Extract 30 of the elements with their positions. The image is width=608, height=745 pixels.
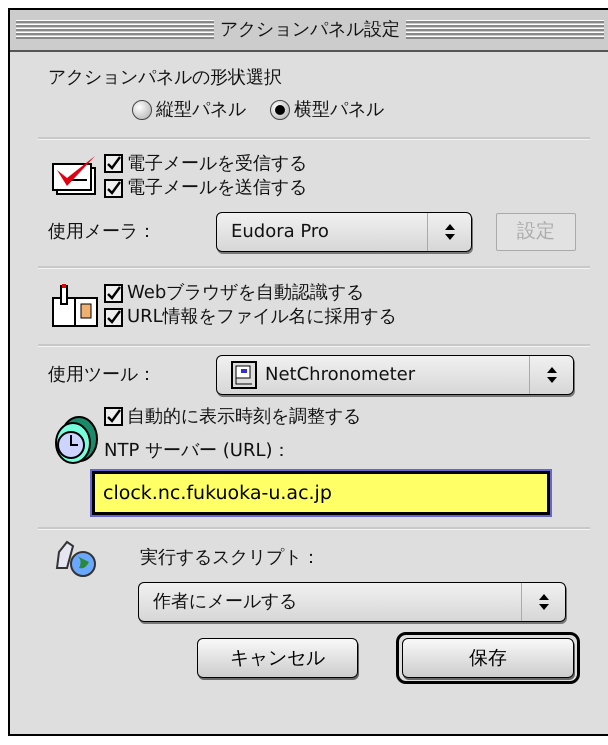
- ntp-server-label: NTP サーバー (URL)：: [104, 439, 292, 464]
- check-mark-icon: [106, 310, 121, 326]
- tool-select[interactable]: NetChronometer: [216, 354, 574, 395]
- script-select[interactable]: 作者にメールする: [138, 582, 566, 622]
- tool-label: 使用ツール：: [48, 362, 157, 387]
- up-down-arrow-icon: [538, 593, 550, 612]
- check-mark-icon: [106, 156, 121, 172]
- up-down-arrow-icon: [444, 223, 456, 242]
- window-title: アクションパネル設定: [220, 18, 400, 42]
- up-down-arrow-icon: [546, 366, 558, 384]
- check-mark-icon: [106, 286, 121, 301]
- dialog-button[interactable]: 保存: [402, 638, 574, 678]
- app-icon: [231, 360, 257, 389]
- script-label: 実行するスクリプト：: [140, 546, 320, 570]
- checkbox[interactable]: URL情報をファイル名に採用する: [104, 305, 397, 330]
- radio-button[interactable]: 横型パネル: [270, 98, 384, 123]
- section-label: アクションパネルの形状選択: [48, 66, 283, 90]
- browser-document-icon: [51, 282, 101, 328]
- mailer-label: 使用メーラ：: [48, 220, 157, 244]
- radio-button[interactable]: 縦型パネル: [132, 98, 246, 123]
- checkbox[interactable]: 電子メールを受信する: [104, 152, 307, 176]
- checkbox[interactable]: 自動的に表示時刻を調整する: [104, 404, 580, 430]
- check-mark-icon: [106, 180, 121, 196]
- ntp-server-field[interactable]: clock.nc.fukuoka-u.ac.jp: [92, 471, 550, 516]
- dialog-button[interactable]: キャンセル: [197, 638, 358, 678]
- script-globe-icon: [53, 538, 99, 578]
- checkbox[interactable]: Webブラウザを自動認識する: [104, 281, 397, 306]
- mailer-select[interactable]: Eudora Pro: [216, 212, 472, 252]
- checkbox[interactable]: 電子メールを送信する: [104, 176, 307, 200]
- check-mark-icon: [106, 409, 121, 424]
